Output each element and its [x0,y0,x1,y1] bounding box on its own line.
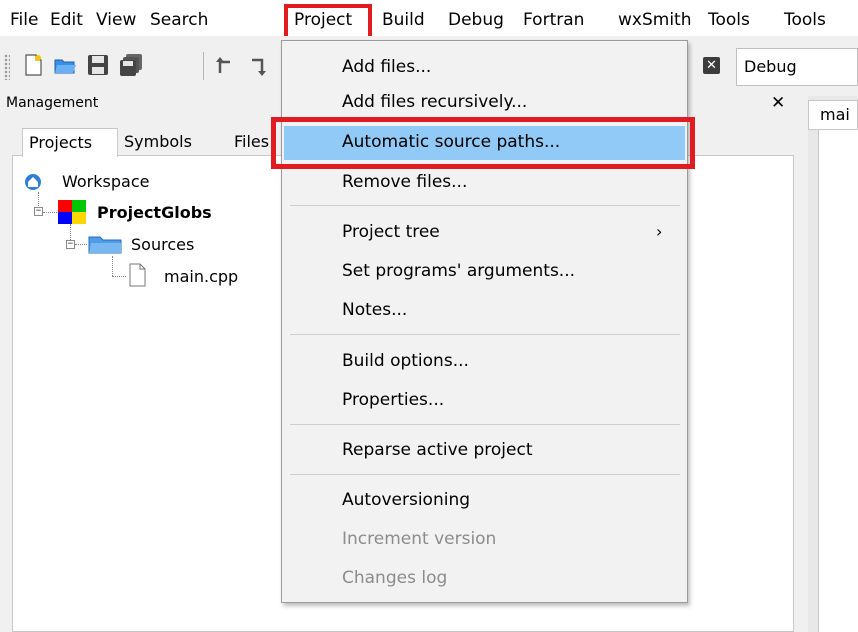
menu-item-autoversioning[interactable]: Autoversioning [342,490,470,510]
menu-search[interactable]: Search [150,10,208,30]
tree-line [75,244,87,245]
menu-tools[interactable]: Tools [708,10,750,30]
tab-projects-label: Projects [29,133,93,152]
menu-item-set-programs-arguments[interactable]: Set programs' arguments... [342,261,575,281]
menu-separator [290,474,680,475]
save-all-icon[interactable] [118,52,144,78]
menu-file[interactable]: File [10,10,38,30]
menu-separator [290,424,680,425]
tab-symbols-label: Symbols [124,132,192,151]
menu-item-add-files[interactable]: Add files... [342,57,431,77]
menu-item-changes-log: Changes log [342,568,448,588]
toolbar-separator [203,52,204,80]
menu-separator [290,334,680,335]
close-icon[interactable]: ✕ [771,92,785,114]
file-icon [129,263,146,287]
menu-item-notes[interactable]: Notes... [342,300,407,320]
menu-tools-plus[interactable]: Tools [784,10,826,30]
editor-tab-label: mai [820,105,850,124]
menu-item-project-tree[interactable]: Project tree [342,222,440,242]
toolbar-grip[interactable] [4,54,10,80]
menu-build[interactable]: Build [382,10,425,30]
menu-item-add-files-recursively[interactable]: Add files recursively... [342,92,527,112]
menu-fortran[interactable]: Fortran [523,10,584,30]
menu-item-reparse-active-project[interactable]: Reparse active project [342,440,533,460]
collapse-icon[interactable]: − [66,240,75,249]
management-title: Management [6,95,99,111]
tree-project[interactable]: ProjectGlobs [97,203,212,222]
undo-icon[interactable] [212,52,238,78]
tree-line [112,256,113,276]
tab-files-label: Files [234,132,270,151]
menu-item-increment-version: Increment version [342,529,497,549]
menu-edit[interactable]: Edit [50,10,83,30]
tree-line [43,212,57,213]
tree-folder[interactable]: Sources [131,235,194,254]
tree-workspace[interactable]: Workspace [62,172,149,191]
project-icon [58,200,86,224]
tab-projects[interactable]: Projects [22,128,118,157]
menu-item-build-options[interactable]: Build options... [342,351,469,371]
tree-line [112,276,126,277]
tree-file[interactable]: main.cpp [164,267,238,286]
close-icon[interactable]: ✕ [703,57,720,74]
automatic-source-paths-highlight [271,117,695,169]
menu-item-remove-files[interactable]: Remove files... [342,172,467,192]
menu-debug[interactable]: Debug [448,10,504,30]
chevron-right-icon: › [656,222,663,241]
open-folder-icon[interactable] [52,52,78,78]
tab-symbols[interactable]: Symbols [118,128,220,156]
build-target-value: Debug [744,57,797,76]
save-icon[interactable] [85,52,111,78]
menu-item-properties[interactable]: Properties... [342,390,444,410]
project-menu-highlight [284,4,372,40]
collapse-icon[interactable]: − [34,207,43,216]
redo-icon[interactable] [248,52,270,78]
folder-icon [88,236,122,254]
editor-pane[interactable] [818,130,858,632]
menu-view[interactable]: View [96,10,136,30]
menu-separator [290,205,680,206]
new-file-icon[interactable] [20,52,46,78]
workspace-icon [25,174,41,190]
menu-wxsmith[interactable]: wxSmith [618,10,691,30]
